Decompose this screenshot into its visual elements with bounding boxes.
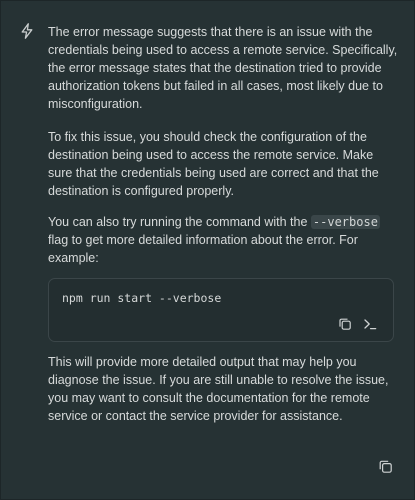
lightning-bolt-icon (18, 22, 36, 40)
message-text: flag to get more detailed information ab… (48, 233, 358, 265)
message-paragraph: This will provide more detailed output t… (48, 355, 389, 423)
assistant-message-panel: The error message suggests that there is… (0, 0, 415, 500)
message-text: You can also try running the command wit… (48, 215, 311, 229)
code-block: npm run start --verbose (48, 278, 394, 342)
message-paragraph: You can also try running the command wit… (48, 213, 398, 267)
terminal-icon[interactable] (363, 317, 377, 331)
inline-code: --verbose (310, 215, 380, 229)
message-paragraph: To fix this issue, you should check the … (48, 130, 379, 198)
code-text: npm run start --verbose (62, 291, 222, 305)
message-paragraph: The error message suggests that there is… (48, 25, 398, 111)
copy-icon[interactable] (378, 459, 393, 474)
copy-icon[interactable] (338, 317, 352, 331)
